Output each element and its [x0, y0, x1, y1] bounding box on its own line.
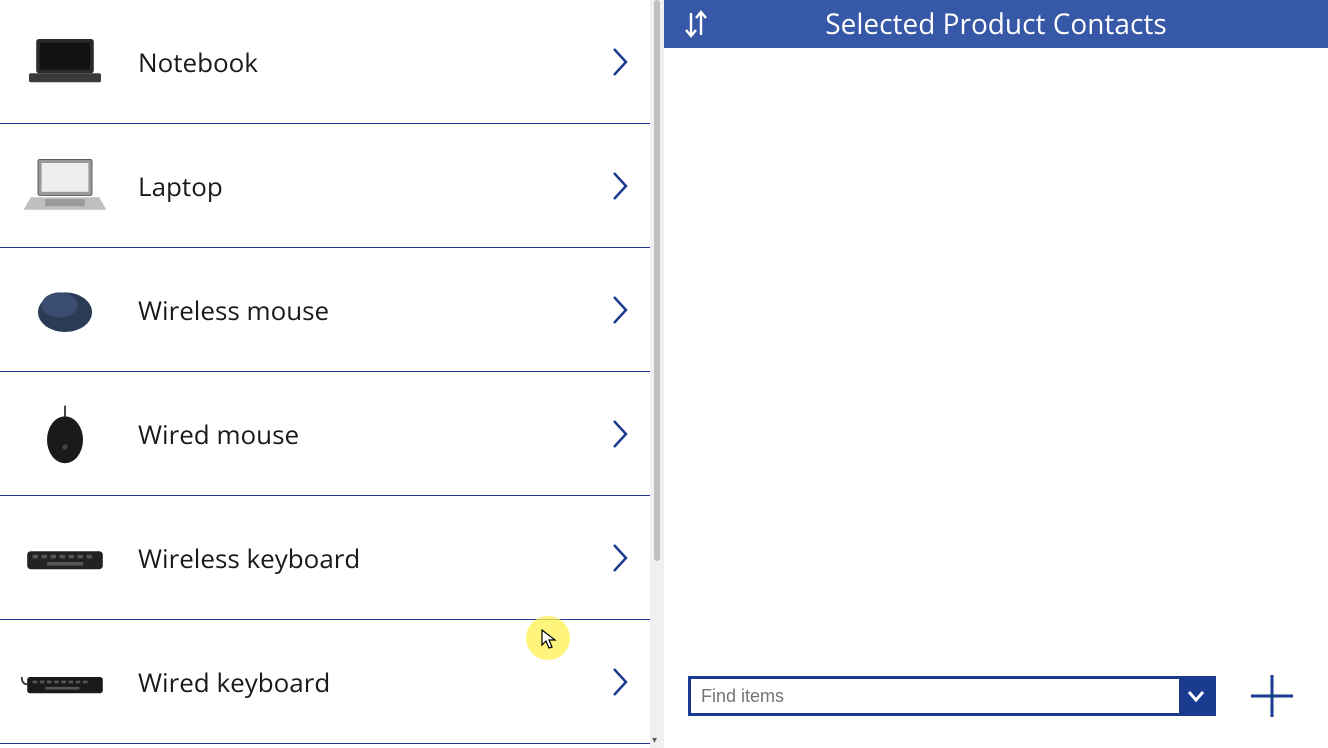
chevron-right-icon — [600, 169, 640, 203]
product-list-pane: Notebook Laptop Wireless mouse — [0, 0, 650, 748]
chevron-right-icon — [600, 665, 640, 699]
sort-icon[interactable] — [678, 9, 714, 39]
thumb-wired-keyboard-icon — [20, 647, 110, 717]
find-items-input[interactable] — [691, 686, 1179, 707]
thumb-wireless-mouse-icon — [20, 275, 110, 345]
product-row-wired-keyboard[interactable]: Wired keyboard — [0, 620, 650, 744]
product-label: Wired mouse — [110, 416, 600, 452]
product-row-wireless-keyboard[interactable]: Wireless keyboard — [0, 496, 650, 620]
chevron-right-icon — [600, 293, 640, 327]
product-row-wireless-mouse[interactable]: Wireless mouse — [0, 248, 650, 372]
thumb-wireless-keyboard-icon — [20, 523, 110, 593]
find-items-dropdown-button[interactable] — [1179, 679, 1213, 713]
product-label: Wireless mouse — [110, 292, 600, 328]
contacts-footer — [664, 668, 1328, 748]
find-items-combo[interactable] — [688, 676, 1216, 716]
product-label: Wired keyboard — [110, 664, 600, 700]
product-row-notebook[interactable]: Notebook — [0, 0, 650, 124]
contacts-body — [664, 48, 1328, 668]
thumb-notebook-icon — [20, 27, 110, 97]
product-row-laptop[interactable]: Laptop — [0, 124, 650, 248]
add-button[interactable] — [1244, 668, 1300, 724]
product-row-wired-mouse[interactable]: Wired mouse — [0, 372, 650, 496]
contacts-title: Selected Product Contacts — [714, 5, 1314, 43]
product-label: Laptop — [110, 168, 600, 204]
product-list[interactable]: Notebook Laptop Wireless mouse — [0, 0, 650, 748]
chevron-right-icon — [600, 541, 640, 575]
product-label: Wireless keyboard — [110, 540, 600, 576]
contacts-pane: Selected Product Contacts — [664, 0, 1328, 748]
thumb-wired-mouse-icon — [20, 399, 110, 469]
product-label: Notebook — [110, 44, 600, 80]
chevron-right-icon — [600, 45, 640, 79]
chevron-right-icon — [600, 417, 640, 451]
thumb-laptop-icon — [20, 151, 110, 221]
contacts-header: Selected Product Contacts — [664, 0, 1328, 48]
pane-scrollbar[interactable]: ▾ — [650, 0, 664, 748]
app-root: Notebook Laptop Wireless mouse — [0, 0, 1328, 748]
